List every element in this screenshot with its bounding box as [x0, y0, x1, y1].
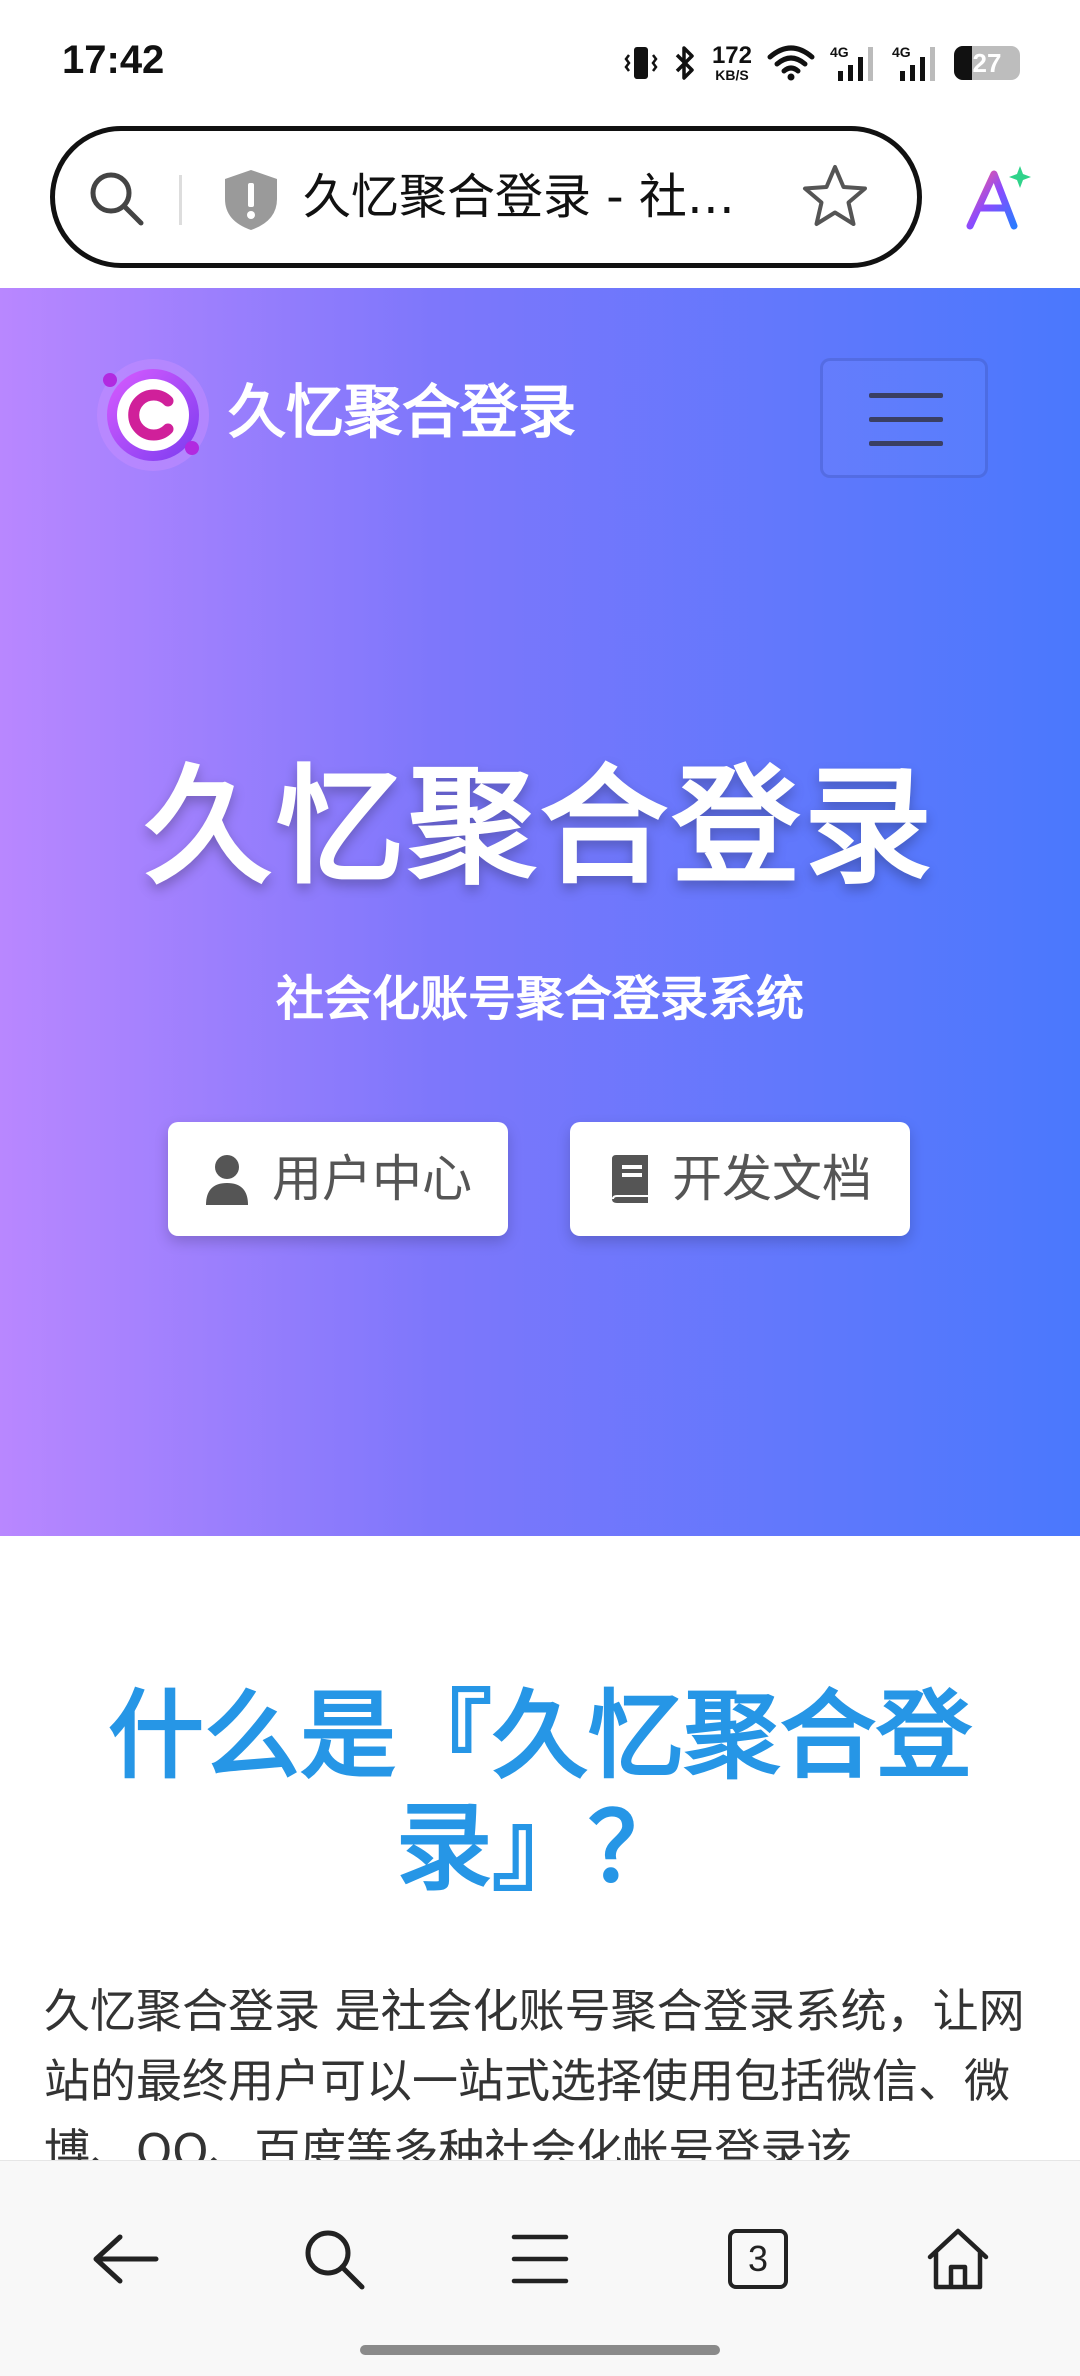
browser-bottom-bar: 3 [0, 2160, 1080, 2376]
status-icons: 172 KB/S 4G 4G 27 [624, 40, 1020, 86]
user-center-button[interactable]: 用户中心 [168, 1122, 508, 1236]
back-arrow-icon [93, 2234, 159, 2284]
hero-subtitle: 社会化账号聚合登录系统 [275, 971, 804, 1027]
tabs-button[interactable]: 3 [718, 2219, 798, 2299]
brand-logo[interactable] [92, 354, 214, 476]
signal-icon: 4G [892, 44, 935, 81]
home-button[interactable] [918, 2219, 998, 2299]
search-icon[interactable] [85, 167, 149, 231]
nav-menu-button[interactable] [820, 358, 988, 478]
hero-title: 久忆聚合登录 [143, 753, 936, 902]
search-icon [305, 2230, 365, 2290]
back-button[interactable] [84, 2219, 164, 2299]
ai-assistant-icon[interactable] [962, 162, 1034, 234]
signal-label-2: 4G [892, 44, 911, 60]
battery-icon: 27 [954, 46, 1020, 80]
user-center-label: 用户中心 [272, 1150, 472, 1208]
signal-icon: 4G [830, 44, 873, 81]
tabs-icon: 3 [728, 2229, 788, 2289]
browser-toolbar: 久忆聚合登录 - 社会化账号聚合登录系统 [0, 120, 1080, 288]
vibrate-icon [624, 47, 658, 79]
book-icon [612, 1155, 648, 1203]
menu-bar [869, 393, 943, 398]
signal-label-1: 4G [830, 44, 849, 60]
hero-section: 久忆聚合登录 久忆聚合登录 社会化账号聚合登录系统 用户中心 开发文档 [0, 288, 1080, 1536]
menu-button[interactable] [500, 2219, 580, 2299]
tab-count: 3 [728, 2229, 788, 2289]
net-speed-value: 172 [711, 42, 752, 69]
net-speed: 172 KB/S [711, 42, 752, 83]
menu-icon [511, 2234, 569, 2284]
battery-level: 27 [972, 48, 1002, 78]
net-speed-unit: KB/S [715, 67, 749, 83]
star-icon[interactable] [799, 161, 871, 233]
status-time: 17:42 [62, 38, 165, 82]
shield-alert-icon[interactable] [221, 167, 281, 233]
section-title: 什么是『久忆聚合登录』？ [108, 1680, 972, 1904]
dev-docs-button[interactable]: 开发文档 [570, 1122, 910, 1236]
menu-bar [869, 441, 943, 446]
home-indicator [360, 2345, 720, 2355]
bluetooth-icon [675, 46, 694, 80]
search-button[interactable] [294, 2219, 374, 2299]
wifi-icon [767, 45, 815, 81]
address-bar[interactable]: 久忆聚合登录 - 社会化账号聚合登录系统 [50, 126, 922, 268]
dev-docs-label: 开发文档 [672, 1150, 872, 1208]
home-icon [927, 2228, 989, 2290]
brand-name[interactable]: 久忆聚合登录 [228, 372, 576, 452]
user-icon [206, 1155, 248, 1205]
status-bar: 17:42 172 KB/S 4G 4G 27 [0, 0, 1080, 120]
intro-paragraph: 久忆聚合登录 是社会化账号聚合登录系统，让网站的最终用户可以一站式选择使用包括微… [44, 1984, 1025, 2178]
page-title-text[interactable]: 久忆聚合登录 - 社会化账号聚合登录系统 [303, 161, 773, 233]
address-divider [179, 175, 182, 225]
menu-bar [869, 417, 943, 422]
